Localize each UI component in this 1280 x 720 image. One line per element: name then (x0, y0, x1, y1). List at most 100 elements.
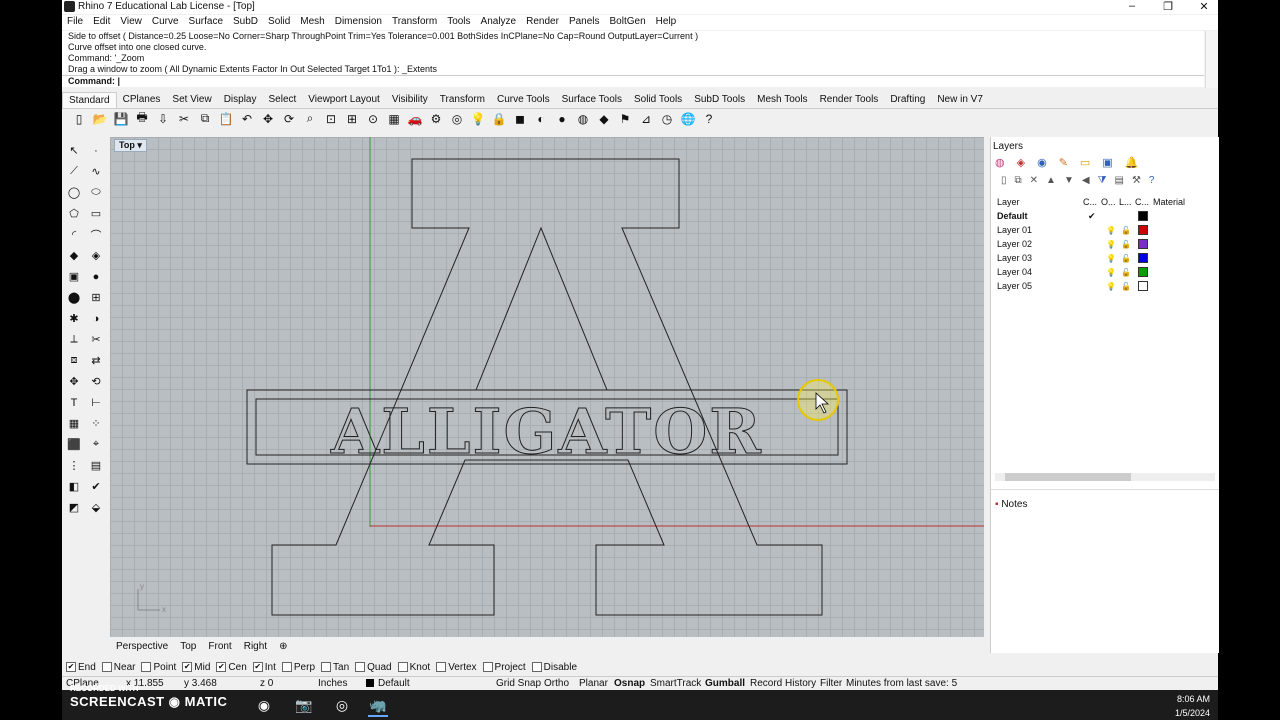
menu-panels[interactable]: Panels (564, 15, 605, 30)
surface-icon[interactable]: ◆ (64, 247, 84, 264)
osnap-mid[interactable]: ✔ Mid (182, 660, 210, 674)
rectangle-icon[interactable]: ▭ (86, 205, 106, 222)
menu-view[interactable]: View (115, 15, 147, 30)
osnap-int[interactable]: ✔ Int (252, 660, 276, 674)
menu-edit[interactable]: Edit (88, 15, 115, 30)
rotate-icon[interactable]: ⟲ (86, 373, 106, 390)
split-icon[interactable]: ⟂ (64, 331, 84, 348)
add-viewport-tab-icon[interactable]: ⊕ (273, 640, 293, 654)
move-icon[interactable]: ✥ (64, 373, 84, 390)
tab-standard[interactable]: Standard (62, 92, 117, 108)
osnap-quad[interactable]: Quad (355, 660, 392, 674)
properties-tab-icon[interactable]: ◍ (995, 156, 1005, 169)
rhino-taskbar-icon[interactable]: 🦏 (368, 695, 388, 717)
layer-lock-icon[interactable]: 🔓 (1121, 268, 1131, 277)
tab-mesh-tools[interactable]: Mesh Tools (751, 92, 813, 108)
layer-color-swatch[interactable] (1138, 253, 1148, 263)
current-layer-label[interactable]: Default (378, 678, 410, 689)
dimension-icon[interactable]: ⊿ (637, 110, 655, 127)
planar-toggle[interactable]: Planar (579, 678, 608, 689)
undo-icon[interactable]: ↶ (238, 110, 256, 127)
layout-icon[interactable]: ▦ (64, 415, 84, 432)
zoom-window-icon[interactable]: ⊞ (343, 110, 361, 127)
polygon-icon[interactable]: ⬠ (64, 205, 84, 222)
paint-icon[interactable]: ⬙ (86, 499, 106, 516)
sweep-icon[interactable]: ◈ (86, 247, 106, 264)
help-icon[interactable]: ? (1149, 175, 1155, 186)
osnap-end[interactable]: ✔ End (66, 660, 96, 674)
layers-scrollbar[interactable] (995, 473, 1215, 481)
layer-color-swatch[interactable] (1138, 211, 1148, 221)
shade-icon[interactable]: ● (553, 110, 571, 127)
tab-display[interactable]: Display (218, 92, 263, 108)
object-snap-icon[interactable]: ◎ (448, 110, 466, 127)
minimize-button[interactable]: – (1124, 0, 1140, 13)
osnap-checkbox[interactable]: ✔ (216, 662, 227, 672)
layer-row[interactable]: Layer 01 💡 🔓 (995, 223, 1217, 237)
notify-tab-icon[interactable]: 🔔 (1125, 156, 1139, 169)
lock-icon[interactable]: 🔒 (490, 110, 508, 127)
polyline-icon[interactable]: ⟋ (64, 163, 84, 180)
layer-color-swatch[interactable] (1138, 225, 1148, 235)
menu-render[interactable]: Render (521, 15, 564, 30)
column-color[interactable]: C... (1135, 197, 1149, 207)
layer-color-swatch[interactable] (1138, 281, 1148, 291)
print-icon[interactable]: 🖶 (133, 110, 151, 127)
tab-solid-tools[interactable]: Solid Tools (628, 92, 688, 108)
zoom-icon[interactable]: ⌕ (301, 110, 319, 127)
tab-select[interactable]: Select (263, 92, 303, 108)
display-tab-icon[interactable]: ▣ (1102, 156, 1112, 169)
arc-icon[interactable]: ◜ (64, 226, 84, 243)
column-current[interactable]: C... (1083, 197, 1097, 207)
osnap-point[interactable]: Point (141, 660, 176, 674)
close-button[interactable]: ✕ (1196, 0, 1212, 13)
group-icon[interactable]: ⧈ (64, 352, 84, 369)
menu-subd[interactable]: SubD (228, 15, 263, 30)
osnap-vertex[interactable]: Vertex (436, 660, 477, 674)
osnap-disable[interactable]: Disable (531, 660, 577, 674)
osnap-checkbox[interactable]: ✔ (182, 662, 193, 672)
help-icon[interactable]: ? (700, 110, 718, 127)
osnap-checkbox[interactable] (397, 662, 408, 672)
color-wheel-icon[interactable]: ◐ (532, 110, 550, 127)
osnap-cen[interactable]: ✔ Cen (216, 660, 247, 674)
new-layer-icon[interactable]: ▯ (1001, 175, 1007, 186)
viewport-tab-top[interactable]: Top (174, 640, 202, 654)
copy-icon[interactable]: ⧉ (196, 110, 214, 127)
flag-icon[interactable]: ⚑ (616, 110, 634, 127)
tools-icon[interactable]: ⚒ (1132, 175, 1141, 186)
restore-button[interactable]: ❐ (1160, 0, 1176, 13)
osnap-checkbox[interactable] (482, 662, 493, 672)
menu-tools[interactable]: Tools (442, 15, 475, 30)
transform-icon[interactable]: ⇄ (86, 352, 106, 369)
tab-transform[interactable]: Transform (434, 92, 491, 108)
chrome-icon[interactable]: ◎ (332, 695, 352, 715)
layer-color-swatch[interactable] (1138, 239, 1148, 249)
camera-icon[interactable]: 📷 (294, 695, 314, 715)
layer-color-swatch[interactable] (1138, 267, 1148, 277)
tab-surface-tools[interactable]: Surface Tools (556, 92, 628, 108)
tab-visibility[interactable]: Visibility (386, 92, 434, 108)
explode-icon[interactable]: ✱ (64, 310, 84, 327)
layers-tab-icon[interactable]: ◈ (1017, 156, 1025, 169)
menu-file[interactable]: File (62, 15, 88, 30)
select-icon[interactable]: ↖ (64, 142, 84, 159)
command-scrollbar[interactable] (1205, 31, 1218, 88)
osnap-project[interactable]: Project (482, 660, 526, 674)
shaded-icon[interactable]: ◧ (64, 478, 84, 495)
viewport-tab-front[interactable]: Front (202, 640, 237, 654)
menu-boltgen[interactable]: BoltGen (605, 15, 651, 30)
properties-icon[interactable]: ⚙ (427, 110, 445, 127)
new-icon[interactable]: ▯ (70, 110, 88, 127)
trim-icon[interactable]: ✂ (86, 331, 106, 348)
folder-tab-icon[interactable]: ▭ (1080, 156, 1090, 169)
open-icon[interactable]: 📂 (91, 110, 109, 127)
tab-render-tools[interactable]: Render Tools (814, 92, 885, 108)
grid-array-icon[interactable]: ⋮ (64, 457, 84, 474)
osnap-perp[interactable]: Perp (281, 660, 315, 674)
curve-icon[interactable]: ∿ (86, 163, 106, 180)
osnap-checkbox[interactable] (141, 662, 152, 672)
layer-visible-icon[interactable]: 💡 (1106, 254, 1116, 263)
column-on[interactable]: O... (1101, 197, 1116, 207)
layer-visible-icon[interactable]: 💡 (1106, 268, 1116, 277)
